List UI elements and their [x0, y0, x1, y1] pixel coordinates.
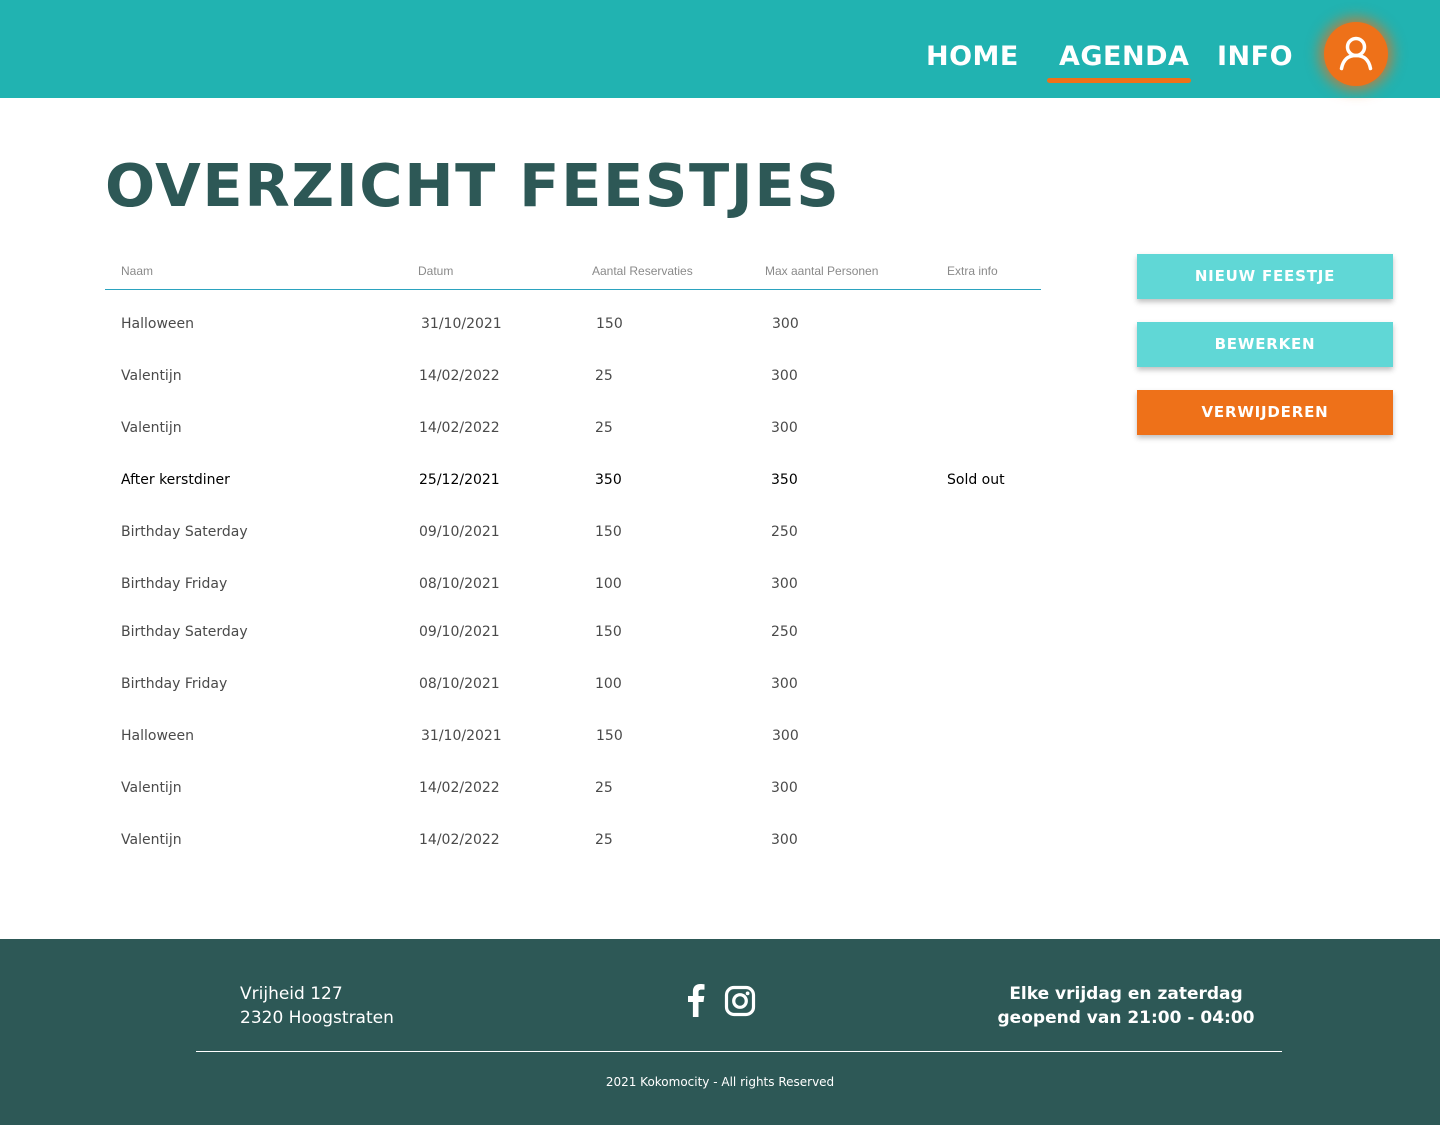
cell-reservations: 25 — [595, 420, 613, 436]
cell-name: Valentijn — [121, 780, 182, 796]
cell-name: After kerstdiner — [121, 472, 230, 488]
table-row[interactable]: Birthday Friday 08/10/2021 100 300 — [105, 664, 1041, 704]
cell-max: 250 — [771, 524, 798, 540]
cell-reservations: 25 — [595, 832, 613, 848]
cell-name: Halloween — [121, 316, 195, 332]
table-row[interactable]: Valentijn 14/02/2022 25 300 — [105, 356, 1041, 396]
cell-name: Valentijn — [121, 368, 182, 384]
page-title: OVERZICHT FEESTJES — [105, 151, 841, 220]
cell-max: 300 — [771, 780, 798, 796]
facebook-icon[interactable] — [684, 983, 706, 1021]
active-nav-underline — [1047, 78, 1191, 83]
account-button[interactable] — [1324, 22, 1388, 86]
cell-name: Valentijn — [121, 420, 182, 436]
top-navigation-bar: HOME AGENDA INFO — [0, 0, 1440, 98]
cell-reservations: 25 — [595, 368, 613, 384]
cell-reservations: 100 — [595, 676, 622, 692]
cell-date: 14/02/2022 — [419, 420, 500, 436]
cell-date: 14/02/2022 — [419, 832, 500, 848]
footer-address: Vrijheid 127 2320 Hoogstraten — [240, 982, 394, 1030]
cell-name: Valentijn — [121, 832, 182, 848]
cell-name: Birthday Saterday — [121, 624, 248, 640]
cell-date: 31/10/2021 — [421, 316, 502, 332]
table-row[interactable]: Valentijn 14/02/2022 25 300 — [105, 408, 1041, 448]
column-header-reservaties: Aantal Reservaties — [592, 264, 693, 278]
table-header: Naam Datum Aantal Reservaties Max aantal… — [105, 254, 1041, 290]
cell-max: 300 — [771, 676, 798, 692]
table-row[interactable]: Valentijn 14/02/2022 25 300 — [105, 768, 1041, 808]
footer-divider — [196, 1051, 1282, 1052]
cell-reservations: 150 — [595, 524, 622, 540]
edit-button[interactable]: BEWERKEN — [1137, 322, 1393, 367]
column-header-max-personen: Max aantal Personen — [765, 264, 879, 278]
cell-date: 09/10/2021 — [419, 624, 500, 640]
new-party-button[interactable]: NIEUW FEESTJE — [1137, 254, 1393, 299]
cell-date: 08/10/2021 — [419, 576, 500, 592]
cell-date: 25/12/2021 — [419, 472, 500, 488]
cell-date: 14/02/2022 — [419, 368, 500, 384]
table-row[interactable]: Birthday Saterday 09/10/2021 150 250 — [105, 512, 1041, 552]
cell-max: 250 — [771, 624, 798, 640]
instagram-icon[interactable] — [724, 985, 756, 1021]
hours-days: Elke vrijdag en zaterdag — [1009, 984, 1243, 1004]
hours-times: geopend van 21:00 - 04:00 — [997, 1008, 1255, 1028]
cell-reservations: 25 — [595, 780, 613, 796]
cell-extra: Sold out — [947, 472, 1005, 488]
delete-button[interactable]: VERWIJDEREN — [1137, 390, 1393, 435]
column-header-datum: Datum — [418, 264, 454, 278]
address-street: Vrijheid 127 — [240, 984, 343, 1004]
table-row[interactable]: Valentijn 14/02/2022 25 300 — [105, 820, 1041, 860]
cell-max: 300 — [771, 832, 798, 848]
cell-max: 300 — [771, 576, 798, 592]
table-row[interactable]: Halloween 31/10/2021 150 300 — [105, 304, 1041, 344]
nav-info-link[interactable]: INFO — [1217, 38, 1293, 76]
cell-date: 31/10/2021 — [421, 728, 502, 744]
cell-max: 300 — [771, 420, 798, 436]
column-header-extra-info: Extra info — [947, 264, 998, 278]
cell-max: 300 — [772, 728, 799, 744]
opening-hours: Elke vrijdag en zaterdag geopend van 21:… — [996, 982, 1256, 1030]
address-city: 2320 Hoogstraten — [240, 1008, 394, 1028]
footer: Vrijheid 127 2320 Hoogstraten Elke vrijd… — [0, 939, 1440, 1125]
cell-name: Birthday Friday — [121, 576, 228, 592]
cell-reservations: 150 — [595, 624, 622, 640]
cell-max: 300 — [771, 368, 798, 384]
column-header-naam: Naam — [121, 264, 154, 278]
table-row[interactable]: Halloween 31/10/2021 150 300 — [105, 716, 1041, 756]
table-row[interactable]: After kerstdiner 25/12/2021 350 350 Sold… — [105, 460, 1041, 500]
cell-date: 08/10/2021 — [419, 676, 500, 692]
user-icon — [1339, 36, 1373, 71]
table-row[interactable]: Birthday Friday 08/10/2021 100 300 — [105, 564, 1041, 604]
cell-reservations: 150 — [596, 316, 623, 332]
cell-reservations: 350 — [595, 472, 622, 488]
table-row[interactable]: Birthday Saterday 09/10/2021 150 250 — [105, 612, 1041, 652]
cell-name: Birthday Saterday — [121, 524, 248, 540]
cell-date: 09/10/2021 — [419, 524, 500, 540]
copyright-text: 2021 Kokomocity - All rights Reserved — [605, 1075, 835, 1089]
cell-max: 350 — [771, 472, 798, 488]
cell-name: Birthday Friday — [121, 676, 228, 692]
cell-date: 14/02/2022 — [419, 780, 500, 796]
nav-home-link[interactable]: HOME — [926, 38, 1019, 76]
cell-max: 300 — [772, 316, 799, 332]
cell-reservations: 100 — [595, 576, 622, 592]
cell-reservations: 150 — [596, 728, 623, 744]
cell-name: Halloween — [121, 728, 195, 744]
nav-agenda-link[interactable]: AGENDA — [1059, 38, 1189, 76]
